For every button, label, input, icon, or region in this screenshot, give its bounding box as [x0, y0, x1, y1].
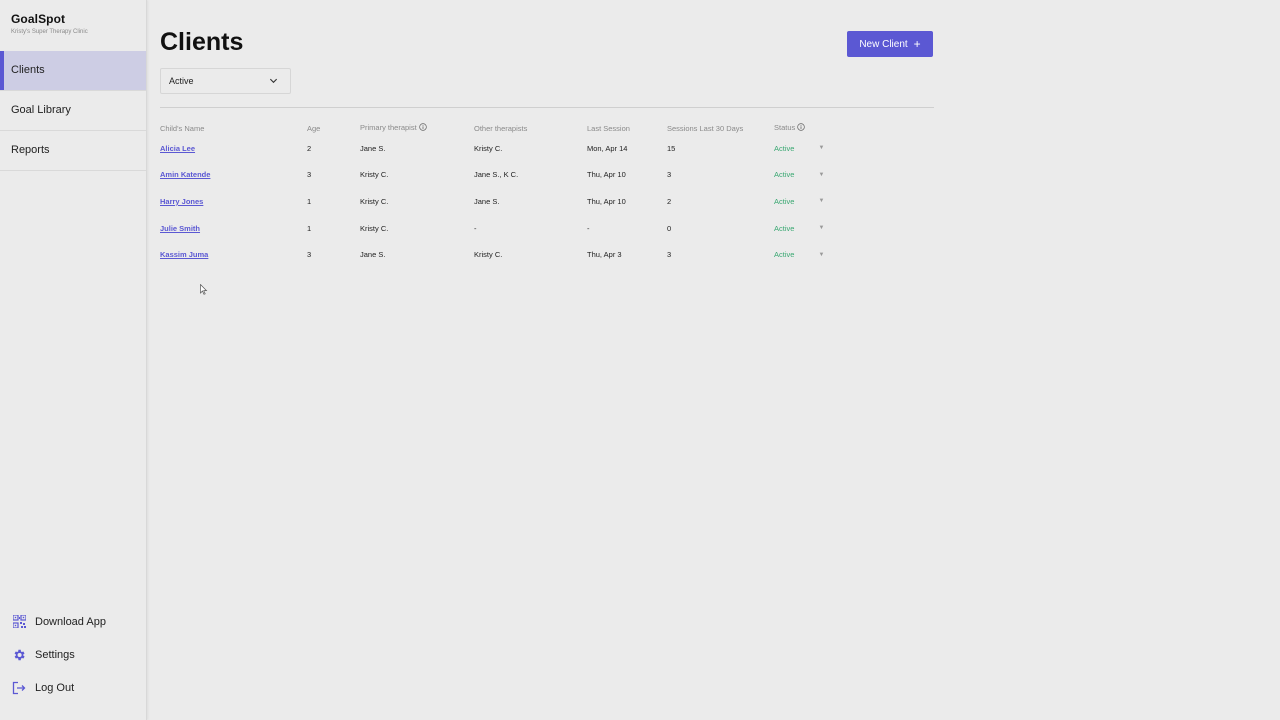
col-status-label: Status: [774, 123, 796, 132]
status-dropdown[interactable]: Active ▼: [774, 135, 834, 162]
table-header-row: Child's Name Age Primary therapist Other…: [160, 121, 834, 135]
mouse-cursor-icon: [200, 282, 208, 300]
status-filter-select[interactable]: Active: [160, 68, 291, 94]
client-other-therapists: Kristy C.: [474, 143, 503, 153]
status-dropdown[interactable]: Active ▼: [774, 241, 834, 268]
plus-icon: +: [913, 37, 921, 51]
client-sessions-count: 2: [667, 196, 672, 206]
client-last-session: Thu, Apr 10: [587, 170, 626, 180]
caret-down-icon: ▼: [818, 198, 825, 205]
client-other-therapists: Jane S., K C.: [474, 170, 519, 180]
client-name-link[interactable]: Harry Jones: [160, 197, 203, 206]
logout-link[interactable]: Log Out: [12, 671, 106, 704]
client-name-link[interactable]: Julie Smith: [160, 224, 200, 233]
client-age: 2: [307, 143, 312, 153]
client-last-session: Mon, Apr 14: [587, 143, 628, 153]
sidebar-item-reports[interactable]: Reports: [0, 131, 146, 171]
client-sessions-count: 3: [667, 250, 672, 260]
brand-name: GoalSpot: [11, 12, 66, 26]
clients-table: Child's Name Age Primary therapist Other…: [160, 121, 834, 268]
col-primary-therapist-label: Primary therapist: [360, 123, 417, 132]
status-dropdown[interactable]: Active ▼: [774, 162, 834, 189]
status-value: Active: [774, 170, 795, 180]
table-row: Harry Jones 1 Kristy C. Jane S. Thu, Apr…: [160, 188, 834, 215]
page-title: Clients: [160, 28, 244, 56]
col-age: Age: [307, 123, 321, 133]
client-name-link[interactable]: Amin Katende: [160, 170, 210, 179]
status-value: Active: [774, 250, 795, 260]
logout-icon: [12, 681, 26, 695]
status-value: Active: [774, 223, 795, 233]
table-row: Alicia Lee 2 Jane S. Kristy C. Mon, Apr …: [160, 135, 834, 162]
header-divider: [160, 107, 934, 108]
col-other-therapists: Other therapists: [474, 123, 528, 133]
gear-icon: [12, 648, 26, 662]
caret-down-icon: ▼: [818, 171, 825, 178]
col-primary-therapist: Primary therapist: [360, 121, 474, 135]
col-sessions-last-30-days: Sessions Last 30 Days: [667, 123, 744, 133]
client-primary-therapist: Jane S.: [360, 250, 386, 260]
brand-subtitle: Kristy's Super Therapy Clinic: [11, 29, 88, 35]
sidebar: GoalSpot Kristy's Super Therapy Clinic C…: [0, 0, 147, 720]
status-dropdown[interactable]: Active ▼: [774, 215, 834, 242]
caret-down-icon: ▼: [818, 251, 825, 258]
client-other-therapists: Kristy C.: [474, 250, 503, 260]
table-row: Amin Katende 3 Kristy C. Jane S., K C. T…: [160, 162, 834, 189]
client-sessions-count: 0: [667, 223, 672, 233]
settings-label: Settings: [35, 648, 75, 661]
caret-down-icon: ▼: [818, 225, 825, 232]
client-name-link[interactable]: Kassim Juma: [160, 250, 208, 259]
sidebar-bottom-nav: Download App Settings Log Out: [12, 605, 106, 704]
brand: GoalSpot Kristy's Super Therapy Clinic: [0, 0, 146, 51]
status-filter-value: Active: [169, 76, 194, 86]
client-other-therapists: Jane S.: [474, 196, 500, 206]
status-value: Active: [774, 143, 795, 153]
new-client-button[interactable]: New Client +: [847, 31, 933, 57]
client-last-session: Thu, Apr 10: [587, 196, 626, 206]
sidebar-item-label: Reports: [11, 144, 50, 156]
client-age: 1: [307, 196, 312, 206]
client-age: 1: [307, 223, 312, 233]
sidebar-item-label: Clients: [11, 64, 45, 76]
client-last-session: -: [587, 223, 590, 233]
table-row: Julie Smith 1 Kristy C. - - 0 Active ▼: [160, 215, 834, 242]
client-sessions-count: 15: [667, 143, 676, 153]
table-row: Kassim Juma 3 Jane S. Kristy C. Thu, Apr…: [160, 241, 834, 268]
client-age: 3: [307, 170, 312, 180]
settings-link[interactable]: Settings: [12, 638, 106, 671]
col-status: Status: [774, 121, 834, 135]
caret-down-icon: ▼: [818, 145, 825, 152]
logout-label: Log Out: [35, 681, 75, 694]
status-value: Active: [774, 196, 795, 206]
qr-code-icon: [12, 615, 26, 629]
client-primary-therapist: Kristy C.: [360, 170, 389, 180]
client-primary-therapist: Jane S.: [360, 143, 386, 153]
info-icon[interactable]: [797, 123, 805, 133]
info-icon[interactable]: [418, 123, 427, 133]
col-childs-name: Child's Name: [160, 123, 205, 133]
client-primary-therapist: Kristy C.: [360, 223, 389, 233]
sidebar-item-goal-library[interactable]: Goal Library: [0, 91, 146, 131]
download-app-link[interactable]: Download App: [12, 605, 106, 638]
download-app-label: Download App: [35, 615, 106, 628]
client-other-therapists: -: [474, 223, 477, 233]
client-sessions-count: 3: [667, 170, 672, 180]
client-name-link[interactable]: Alicia Lee: [160, 144, 195, 153]
client-age: 3: [307, 250, 312, 260]
sidebar-item-label: Goal Library: [11, 104, 71, 116]
sidebar-item-clients[interactable]: Clients: [0, 51, 146, 91]
status-dropdown[interactable]: Active ▼: [774, 188, 834, 215]
client-primary-therapist: Kristy C.: [360, 196, 389, 206]
col-last-session: Last Session: [587, 123, 630, 133]
new-client-label: New Client: [859, 38, 908, 50]
chevron-down-icon: [269, 76, 278, 87]
client-last-session: Thu, Apr 3: [587, 250, 622, 260]
